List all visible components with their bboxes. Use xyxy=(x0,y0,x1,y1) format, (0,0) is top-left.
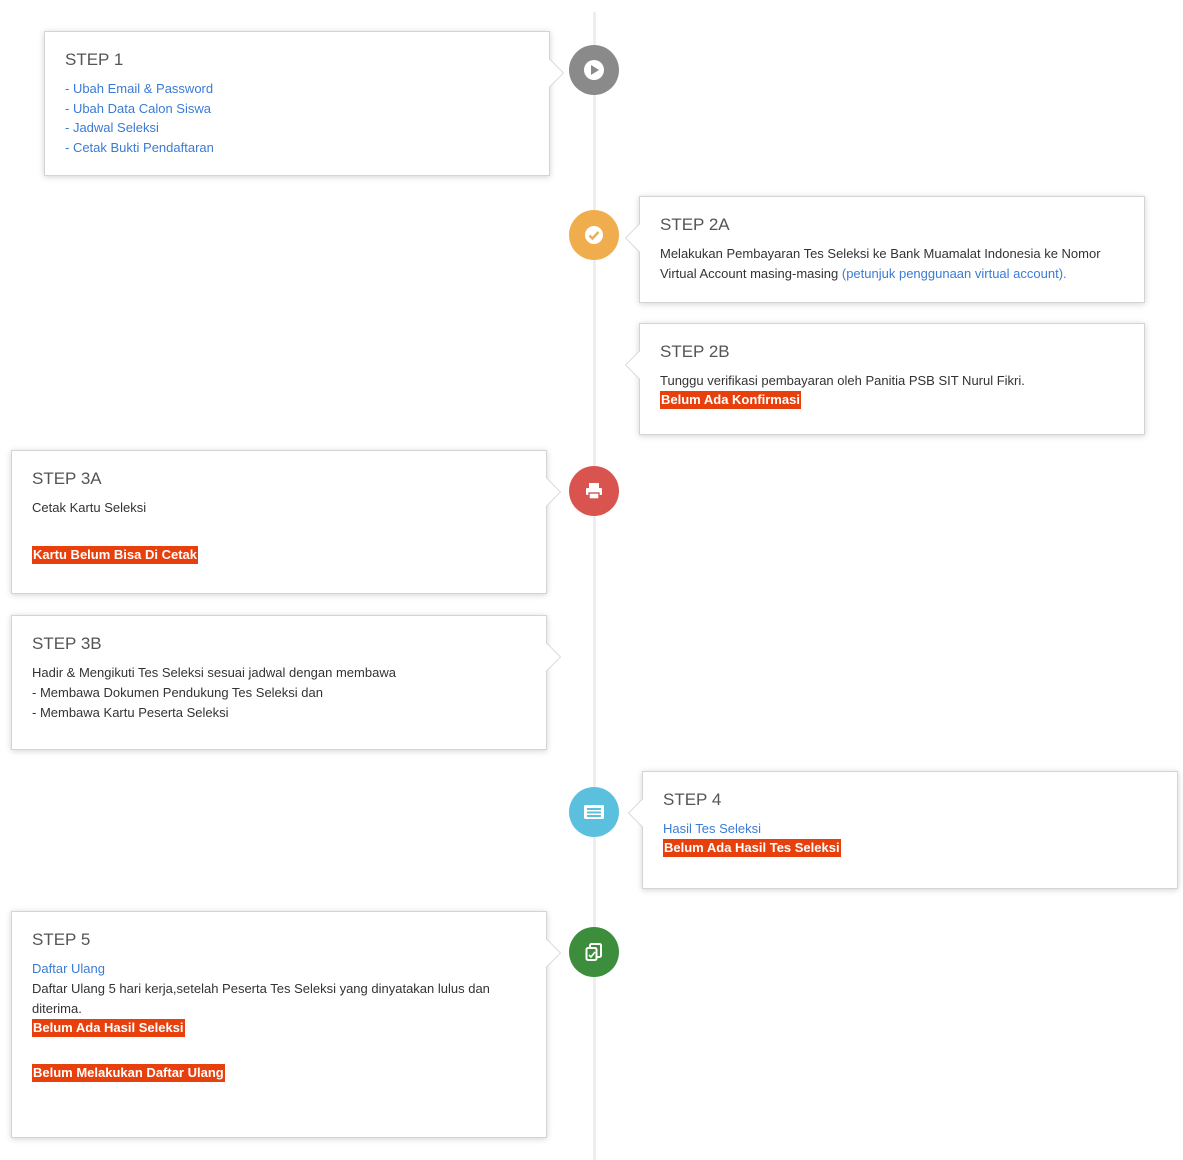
play-icon xyxy=(583,59,605,81)
link-hasil-tes-seleksi[interactable]: Hasil Tes Seleksi xyxy=(663,821,761,836)
link-jadwal-seleksi[interactable]: - Jadwal Seleksi xyxy=(65,120,159,135)
step3b-panel: STEP 3B Hadir & Mengikuti Tes Seleksi se… xyxy=(11,615,561,750)
step5-title: STEP 5 xyxy=(32,930,91,949)
link-daftar-ulang[interactable]: Daftar Ulang xyxy=(32,961,105,976)
step2b-title: STEP 2B xyxy=(660,342,730,361)
list-icon xyxy=(583,804,605,820)
step4-status-badge: Belum Ada Hasil Tes Seleksi xyxy=(663,839,841,857)
link-petunjuk-virtual-account[interactable]: (petunjuk penggunaan virtual account). xyxy=(842,266,1067,281)
step5-panel: STEP 5 Daftar Ulang Daftar Ulang 5 hari … xyxy=(11,911,561,1138)
step3a-panel: STEP 3A Cetak Kartu Seleksi Kartu Belum … xyxy=(11,450,561,594)
step2b-status-badge: Belum Ada Konfirmasi xyxy=(660,391,801,409)
step1-panel: STEP 1 - Ubah Email & Password - Ubah Da… xyxy=(44,31,564,176)
step5-text: Daftar Ulang 5 hari kerja,setelah Pesert… xyxy=(32,981,490,1016)
step2b-text: Tunggu verifikasi pembayaran oleh Paniti… xyxy=(660,373,1025,388)
step3a-text: Cetak Kartu Seleksi xyxy=(32,500,147,515)
step4-badge xyxy=(569,787,619,837)
check-icon xyxy=(584,225,604,245)
step3a-title: STEP 3A xyxy=(32,469,102,488)
step4-title: STEP 4 xyxy=(663,790,722,809)
step1-title: STEP 1 xyxy=(65,50,124,69)
printer-icon xyxy=(584,482,604,500)
step5-status-daftar-ulang-badge: Belum Melakukan Daftar Ulang xyxy=(32,1064,225,1082)
timeline-line xyxy=(593,12,596,1160)
step2a-title: STEP 2A xyxy=(660,215,730,234)
step2a-badge xyxy=(569,210,619,260)
step3b-title: STEP 3B xyxy=(32,634,102,653)
step5-badge xyxy=(569,927,619,977)
step5-status-hasil-badge: Belum Ada Hasil Seleksi xyxy=(32,1019,185,1037)
copy-icon xyxy=(584,942,604,962)
step3a-status-badge: Kartu Belum Bisa Di Cetak xyxy=(32,546,198,564)
step3a-badge xyxy=(569,466,619,516)
link-ubah-data-calon-siswa[interactable]: - Ubah Data Calon Siswa xyxy=(65,101,211,116)
link-ubah-email-password[interactable]: - Ubah Email & Password xyxy=(65,81,213,96)
step3b-text: Hadir & Mengikuti Tes Seleksi sesuai jad… xyxy=(32,665,396,720)
link-cetak-bukti-pendaftaran[interactable]: - Cetak Bukti Pendaftaran xyxy=(65,140,214,155)
step1-badge xyxy=(569,45,619,95)
step2a-text: Melakukan Pembayaran Tes Seleksi ke Bank… xyxy=(660,246,1101,281)
step4-panel: STEP 4 Hasil Tes Seleksi Belum Ada Hasil… xyxy=(628,771,1178,889)
step2b-panel: STEP 2B Tunggu verifikasi pembayaran ole… xyxy=(625,323,1145,435)
step2a-panel: STEP 2A Melakukan Pembayaran Tes Seleksi… xyxy=(625,196,1145,303)
step1-links: - Ubah Email & Password - Ubah Data Calo… xyxy=(65,79,529,157)
